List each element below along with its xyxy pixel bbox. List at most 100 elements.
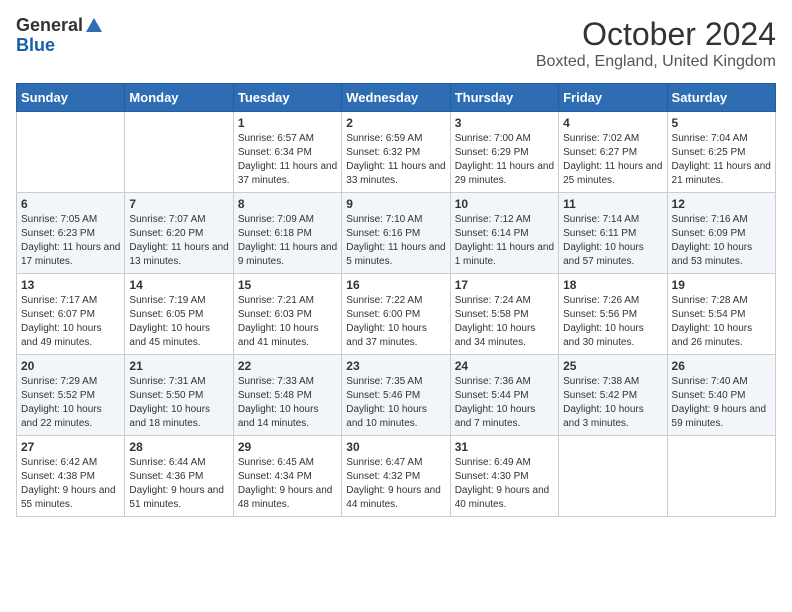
day-number: 6	[21, 197, 120, 211]
calendar-cell: 15 Sunrise: 7:21 AM Sunset: 6:03 PM Dayli…	[233, 274, 341, 355]
day-number: 29	[238, 440, 337, 454]
day-number: 22	[238, 359, 337, 373]
day-info: Sunrise: 7:33 AM Sunset: 5:48 PM Dayligh…	[238, 375, 337, 431]
calendar-cell: 31 Sunrise: 6:49 AM Sunset: 4:30 PM Dayli…	[450, 436, 558, 517]
calendar-cell: 16 Sunrise: 7:22 AM Sunset: 6:00 PM Dayli…	[342, 274, 450, 355]
day-number: 31	[455, 440, 554, 454]
day-info: Sunrise: 7:05 AM Sunset: 6:23 PM Dayligh…	[21, 213, 120, 269]
calendar-cell: 17 Sunrise: 7:24 AM Sunset: 5:58 PM Dayli…	[450, 274, 558, 355]
day-number: 30	[346, 440, 445, 454]
day-number: 23	[346, 359, 445, 373]
day-info: Sunrise: 7:29 AM Sunset: 5:52 PM Dayligh…	[21, 375, 120, 431]
calendar-week-row: 1 Sunrise: 6:57 AM Sunset: 6:34 PM Daylig…	[17, 112, 776, 193]
calendar-cell: 18 Sunrise: 7:26 AM Sunset: 5:56 PM Dayli…	[559, 274, 667, 355]
day-number: 25	[563, 359, 662, 373]
calendar-cell: 7 Sunrise: 7:07 AM Sunset: 6:20 PM Daylig…	[125, 193, 233, 274]
calendar-cell: 4 Sunrise: 7:02 AM Sunset: 6:27 PM Daylig…	[559, 112, 667, 193]
weekday-header-tuesday: Tuesday	[233, 84, 341, 112]
day-number: 20	[21, 359, 120, 373]
calendar-cell	[17, 112, 125, 193]
day-info: Sunrise: 7:10 AM Sunset: 6:16 PM Dayligh…	[346, 213, 445, 269]
day-info: Sunrise: 7:38 AM Sunset: 5:42 PM Dayligh…	[563, 375, 662, 431]
weekday-header-sunday: Sunday	[17, 84, 125, 112]
day-info: Sunrise: 7:00 AM Sunset: 6:29 PM Dayligh…	[455, 132, 554, 188]
day-info: Sunrise: 7:22 AM Sunset: 6:00 PM Dayligh…	[346, 294, 445, 350]
calendar-cell: 28Sunrise: 6:44 AM Sunset: 4:36 PM Dayli…	[125, 436, 233, 517]
weekday-header-saturday: Saturday	[667, 84, 775, 112]
day-info: Sunrise: 7:16 AM Sunset: 6:09 PM Dayligh…	[672, 213, 771, 269]
day-number: 28	[129, 440, 228, 454]
calendar-cell: 26 Sunrise: 7:40 AM Sunset: 5:40 PM Dayli…	[667, 355, 775, 436]
day-info: Sunrise: 7:31 AM Sunset: 5:50 PM Dayligh…	[129, 375, 228, 431]
calendar-week-row: 6 Sunrise: 7:05 AM Sunset: 6:23 PM Daylig…	[17, 193, 776, 274]
calendar-cell	[559, 436, 667, 517]
calendar-cell: 14 Sunrise: 7:19 AM Sunset: 6:05 PM Dayli…	[125, 274, 233, 355]
logo: General Blue	[16, 16, 103, 56]
day-info: Sunrise: 6:42 AM Sunset: 4:38 PM Dayligh…	[21, 456, 120, 512]
logo-blue-text: Blue	[16, 35, 55, 55]
calendar-cell: 11 Sunrise: 7:14 AM Sunset: 6:11 PM Dayli…	[559, 193, 667, 274]
day-number: 14	[129, 278, 228, 292]
location-title: Boxted, England, United Kingdom	[536, 53, 776, 71]
day-info: Sunrise: 7:07 AM Sunset: 6:20 PM Dayligh…	[129, 213, 228, 269]
calendar-cell: 8Sunrise: 7:09 AM Sunset: 6:18 PM Daylig…	[233, 193, 341, 274]
day-info: Sunrise: 6:57 AM Sunset: 6:34 PM Dayligh…	[238, 132, 337, 188]
day-info: Sunrise: 7:12 AM Sunset: 6:14 PM Dayligh…	[455, 213, 554, 269]
day-number: 21	[129, 359, 228, 373]
day-number: 8	[238, 197, 337, 211]
day-number: 13	[21, 278, 120, 292]
day-info: Sunrise: 6:59 AM Sunset: 6:32 PM Dayligh…	[346, 132, 445, 188]
calendar-cell: 19Sunrise: 7:28 AM Sunset: 5:54 PM Dayli…	[667, 274, 775, 355]
day-info: Sunrise: 7:26 AM Sunset: 5:56 PM Dayligh…	[563, 294, 662, 350]
day-number: 16	[346, 278, 445, 292]
weekday-header-friday: Friday	[559, 84, 667, 112]
calendar-cell: 12 Sunrise: 7:16 AM Sunset: 6:09 PM Dayli…	[667, 193, 775, 274]
day-number: 17	[455, 278, 554, 292]
day-number: 19	[672, 278, 771, 292]
calendar-cell: 29Sunrise: 6:45 AM Sunset: 4:34 PM Dayli…	[233, 436, 341, 517]
day-info: Sunrise: 7:19 AM Sunset: 6:05 PM Dayligh…	[129, 294, 228, 350]
title-area: October 2024 Boxted, England, United Kin…	[536, 16, 776, 71]
day-number: 24	[455, 359, 554, 373]
day-number: 27	[21, 440, 120, 454]
calendar-cell: 20 Sunrise: 7:29 AM Sunset: 5:52 PM Dayli…	[17, 355, 125, 436]
day-number: 26	[672, 359, 771, 373]
calendar-week-row: 20 Sunrise: 7:29 AM Sunset: 5:52 PM Dayli…	[17, 355, 776, 436]
calendar-cell: 9 Sunrise: 7:10 AM Sunset: 6:16 PM Daylig…	[342, 193, 450, 274]
day-number: 12	[672, 197, 771, 211]
logo-general-text: General	[16, 16, 83, 36]
month-title: October 2024	[536, 16, 776, 53]
day-number: 11	[563, 197, 662, 211]
day-info: Sunrise: 7:24 AM Sunset: 5:58 PM Dayligh…	[455, 294, 554, 350]
day-number: 5	[672, 116, 771, 130]
day-number: 18	[563, 278, 662, 292]
calendar-cell: 21 Sunrise: 7:31 AM Sunset: 5:50 PM Dayli…	[125, 355, 233, 436]
day-info: Sunrise: 7:40 AM Sunset: 5:40 PM Dayligh…	[672, 375, 771, 431]
calendar-cell: 27 Sunrise: 6:42 AM Sunset: 4:38 PM Dayli…	[17, 436, 125, 517]
day-info: Sunrise: 7:17 AM Sunset: 6:07 PM Dayligh…	[21, 294, 120, 350]
day-info: Sunrise: 6:49 AM Sunset: 4:30 PM Dayligh…	[455, 456, 554, 512]
day-number: 7	[129, 197, 228, 211]
calendar-cell: 6 Sunrise: 7:05 AM Sunset: 6:23 PM Daylig…	[17, 193, 125, 274]
calendar-cell: 3 Sunrise: 7:00 AM Sunset: 6:29 PM Daylig…	[450, 112, 558, 193]
calendar-cell: 23Sunrise: 7:35 AM Sunset: 5:46 PM Dayli…	[342, 355, 450, 436]
calendar-cell: 1 Sunrise: 6:57 AM Sunset: 6:34 PM Daylig…	[233, 112, 341, 193]
day-info: Sunrise: 7:21 AM Sunset: 6:03 PM Dayligh…	[238, 294, 337, 350]
day-number: 9	[346, 197, 445, 211]
calendar-cell: 25 Sunrise: 7:38 AM Sunset: 5:42 PM Dayli…	[559, 355, 667, 436]
day-info: Sunrise: 7:36 AM Sunset: 5:44 PM Dayligh…	[455, 375, 554, 431]
day-info: Sunrise: 7:02 AM Sunset: 6:27 PM Dayligh…	[563, 132, 662, 188]
header: General Blue October 2024 Boxted, Englan…	[16, 16, 776, 71]
day-number: 2	[346, 116, 445, 130]
calendar-cell	[125, 112, 233, 193]
day-number: 1	[238, 116, 337, 130]
weekday-header-wednesday: Wednesday	[342, 84, 450, 112]
weekday-header-thursday: Thursday	[450, 84, 558, 112]
calendar-cell: 13 Sunrise: 7:17 AM Sunset: 6:07 PM Dayli…	[17, 274, 125, 355]
day-number: 15	[238, 278, 337, 292]
calendar-cell: 10Sunrise: 7:12 AM Sunset: 6:14 PM Dayli…	[450, 193, 558, 274]
calendar-cell: 24 Sunrise: 7:36 AM Sunset: 5:44 PM Dayli…	[450, 355, 558, 436]
day-info: Sunrise: 7:14 AM Sunset: 6:11 PM Dayligh…	[563, 213, 662, 269]
day-number: 4	[563, 116, 662, 130]
day-number: 3	[455, 116, 554, 130]
